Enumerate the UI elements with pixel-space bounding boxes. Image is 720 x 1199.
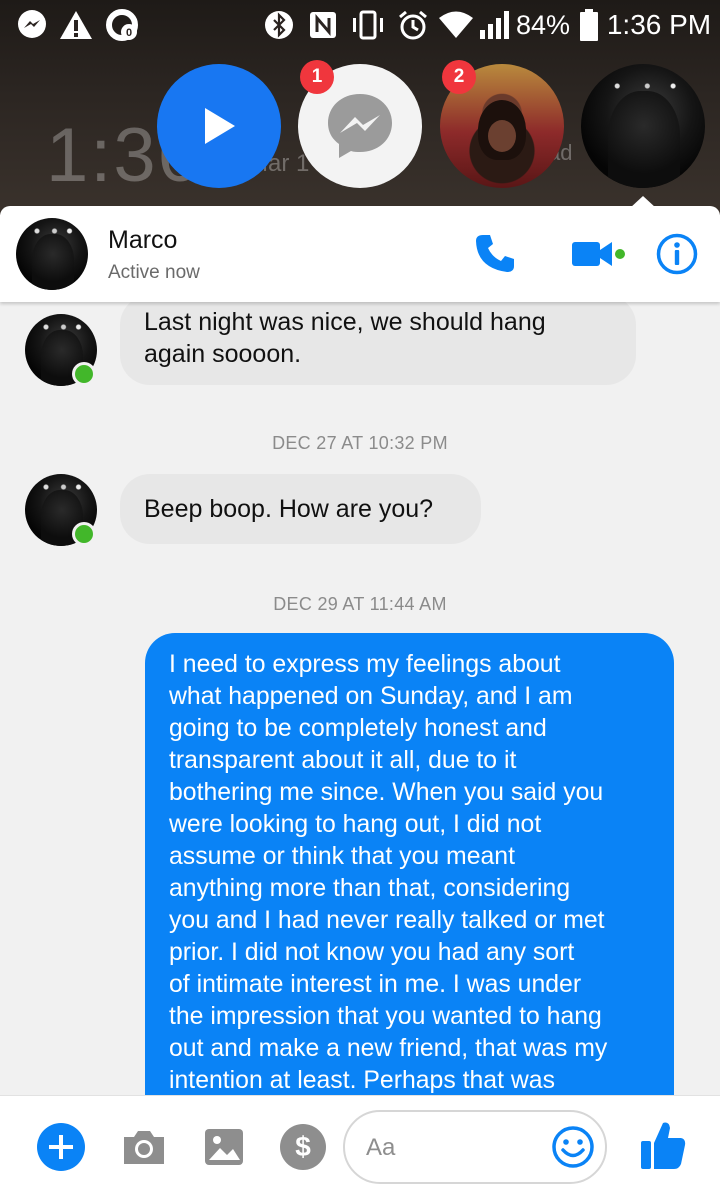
battery-icon [578, 8, 600, 42]
messenger-logo-icon [328, 94, 392, 158]
video-play-head[interactable] [157, 64, 281, 188]
timestamp: DEC 29 AT 11:44 AM [273, 594, 447, 614]
video-call-button[interactable] [568, 232, 632, 276]
emoji-icon [552, 1126, 594, 1168]
svg-text:$: $ [295, 1131, 311, 1162]
nfc-icon [306, 8, 340, 42]
battery-level: 84% [515, 9, 571, 40]
warning-icon [58, 8, 94, 42]
info-icon [656, 233, 698, 275]
incoming-message[interactable]: Beep boop. How are you? [120, 474, 481, 544]
contact-name[interactable]: Marco [108, 226, 177, 255]
add-button[interactable] [36, 1122, 86, 1172]
info-button[interactable] [654, 231, 700, 277]
message-line: assume or think that you meant [169, 843, 515, 870]
like-icon [641, 1122, 686, 1169]
alarm-icon [396, 8, 430, 42]
message-line: intention at least. Perhaps that was [169, 1067, 555, 1094]
message-line: you and I had never really talked or met [169, 907, 605, 934]
camera-button[interactable] [120, 1124, 168, 1170]
payment-button[interactable]: $ [278, 1122, 328, 1172]
message-line: bothering me since. When you said you [169, 779, 604, 806]
data-saver-icon: 0 [104, 8, 140, 42]
message-line: I need to express my feelings about [169, 651, 561, 678]
incoming-message[interactable]: Last night was nice, we should hang agai… [120, 295, 636, 385]
add-icon [37, 1123, 85, 1171]
signal-icon [478, 8, 512, 42]
marco-head[interactable] [581, 64, 705, 188]
contact-head-2-face [488, 120, 516, 152]
svg-text:0: 0 [126, 27, 132, 39]
payment-icon: $ [280, 1124, 326, 1170]
message-line: were looking to hang out, I did not [169, 811, 542, 838]
message-line: Last night was nice, we should hang [144, 308, 546, 336]
message-line: anything more than that, considering [169, 875, 571, 902]
message-line: out and make a new friend, that was my [169, 1035, 608, 1062]
online-indicator [72, 362, 96, 386]
timestamp: DEC 27 AT 10:32 PM [272, 433, 448, 453]
messenger-icon [14, 8, 50, 42]
video-camera-icon [572, 242, 625, 266]
like-button[interactable] [638, 1118, 688, 1172]
gallery-button[interactable] [201, 1124, 247, 1170]
phone-icon [476, 235, 514, 272]
status-bar: 0 84% 1:36 PM [0, 0, 720, 50]
contact-head-2-badge: 2 [442, 60, 476, 94]
messenger-head-badge: 1 [300, 60, 334, 94]
message-line: transparent about it all, due to it [169, 747, 517, 774]
message-line: the impression that you wanted to hang [169, 1003, 602, 1030]
camera-icon [124, 1131, 164, 1164]
outgoing-message[interactable]: I need to express my feelings about what… [145, 633, 674, 1113]
clock: 1:36 PM [606, 9, 712, 40]
message-line: again soooon. [144, 340, 302, 368]
call-button[interactable] [470, 228, 520, 278]
message-line: Beep boop. How are you? [144, 495, 434, 523]
message-input-placeholder: Aa [366, 1134, 396, 1161]
message-line: of intimate interest in me. I was under [169, 971, 582, 998]
message-line: what happened on Sunday, and I am [169, 683, 573, 710]
gallery-icon [205, 1129, 243, 1165]
message-line: prior. I did not know you had any sort [169, 939, 575, 966]
play-icon [205, 108, 235, 144]
contact-status: Active now [108, 262, 200, 283]
wifi-icon [438, 8, 474, 42]
message-line: going to be completely honest and [169, 715, 547, 742]
bluetooth-icon [262, 8, 296, 42]
contact-avatar[interactable] [16, 218, 88, 290]
emoji-button[interactable] [550, 1124, 596, 1170]
vibrate-icon [350, 8, 386, 42]
online-indicator [72, 522, 96, 546]
header-pointer [630, 196, 656, 208]
